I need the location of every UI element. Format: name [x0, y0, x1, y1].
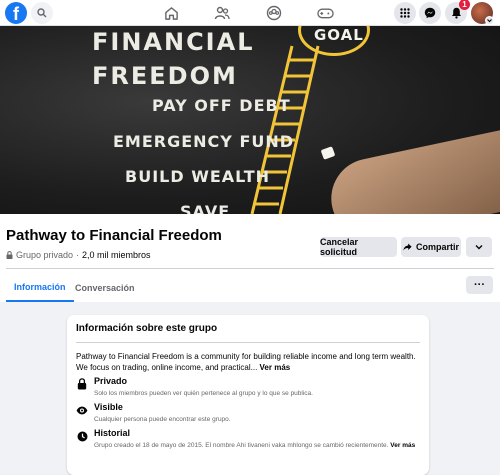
history-see-more-link[interactable]: Ver más: [390, 442, 415, 449]
notifications-button[interactable]: 1: [445, 0, 470, 24]
messenger-icon: [424, 7, 436, 19]
cover-text-pay-off-debt: PAY OFF DEBT: [152, 96, 291, 115]
members-count[interactable]: 2,0 mil miembros: [82, 250, 151, 260]
info-text-visible: Cualquier persona puede encontrar este g…: [94, 416, 231, 423]
lock-icon: [76, 378, 88, 390]
groups-icon: [266, 5, 282, 21]
groups-nav-button[interactable]: [265, 4, 283, 22]
cover-text-financial: FINANCIAL: [92, 28, 255, 56]
top-navigation-bar: f 1: [0, 0, 500, 26]
more-dots-icon: ···: [474, 279, 485, 291]
grid-menu-icon: [400, 8, 410, 18]
info-title-private: Privado: [94, 376, 128, 386]
more-tabs-button[interactable]: ···: [466, 276, 493, 294]
info-title-history: Historial: [94, 428, 131, 438]
about-card-title: Información sobre este grupo: [76, 323, 218, 334]
info-text-private: Solo los miembros pueden ver quién perte…: [94, 390, 313, 397]
more-options-dropdown[interactable]: [466, 237, 492, 257]
messenger-button[interactable]: [419, 2, 441, 24]
search-button[interactable]: [31, 2, 53, 24]
share-label: Compartir: [415, 242, 459, 252]
privacy-label: Grupo privado: [16, 250, 74, 260]
about-card: Información sobre este grupo Pathway to …: [67, 315, 429, 475]
gamepad-icon: [316, 8, 334, 19]
about-card-divider: [76, 342, 420, 343]
calendar-icon: [76, 430, 88, 442]
group-description: Pathway to Financial Freedom is a commun…: [76, 351, 422, 373]
home-nav-button[interactable]: [162, 4, 180, 22]
home-icon: [164, 6, 178, 20]
tab-conversation[interactable]: Conversación: [68, 274, 142, 302]
tab-conversation-label: Conversación: [75, 283, 135, 293]
cancel-request-button[interactable]: Cancelar solicitud: [320, 237, 397, 257]
meta-separator: ·: [76, 250, 80, 260]
notification-badge: 1: [459, 0, 470, 10]
friends-nav-button[interactable]: [213, 4, 231, 22]
group-header: Pathway to Financial Freedom Grupo priva…: [0, 214, 500, 302]
share-button[interactable]: Compartir: [401, 237, 461, 257]
history-text: Grupo creado el 18 de mayo de 2015. El n…: [94, 442, 389, 449]
cancel-request-label: Cancelar solicitud: [320, 237, 359, 257]
account-menu-caret[interactable]: [485, 16, 494, 25]
bell-icon: [451, 7, 461, 19]
menu-button[interactable]: [394, 2, 416, 24]
group-cover-photo: GOAL FINANCIAL FREEDOM PAY OFF DEBT EMER…: [0, 26, 500, 214]
cover-text-freedom: FREEDOM: [92, 62, 238, 90]
see-more-link[interactable]: Ver más: [260, 363, 291, 372]
tab-information[interactable]: Información: [6, 274, 74, 302]
cover-text-goal: GOAL: [314, 26, 364, 44]
group-meta: Grupo privado · 2,0 mil miembros: [6, 250, 151, 260]
lock-icon: [6, 251, 13, 259]
friends-icon: [214, 6, 230, 20]
eye-icon: [76, 404, 88, 416]
chevron-down-icon: [487, 19, 492, 23]
group-title[interactable]: Pathway to Financial Freedom: [6, 227, 222, 244]
cover-text-build-wealth: BUILD WEALTH: [125, 167, 270, 186]
description-text: Pathway to Financial Freedom is a commun…: [76, 352, 416, 372]
facebook-logo[interactable]: f: [5, 2, 27, 24]
chevron-down-icon: [475, 245, 483, 250]
share-icon: [403, 243, 412, 251]
search-icon: [37, 8, 47, 18]
cover-text-emergency-fund: EMERGENCY FUND: [113, 132, 295, 151]
header-divider: [6, 268, 494, 269]
info-text-history: Grupo creado el 18 de mayo de 2015. El n…: [94, 441, 424, 450]
gaming-nav-button[interactable]: [316, 4, 334, 22]
info-title-visible: Visible: [94, 402, 123, 412]
cover-text-save: SAVE: [180, 202, 231, 214]
tab-information-label: Información: [14, 282, 66, 292]
